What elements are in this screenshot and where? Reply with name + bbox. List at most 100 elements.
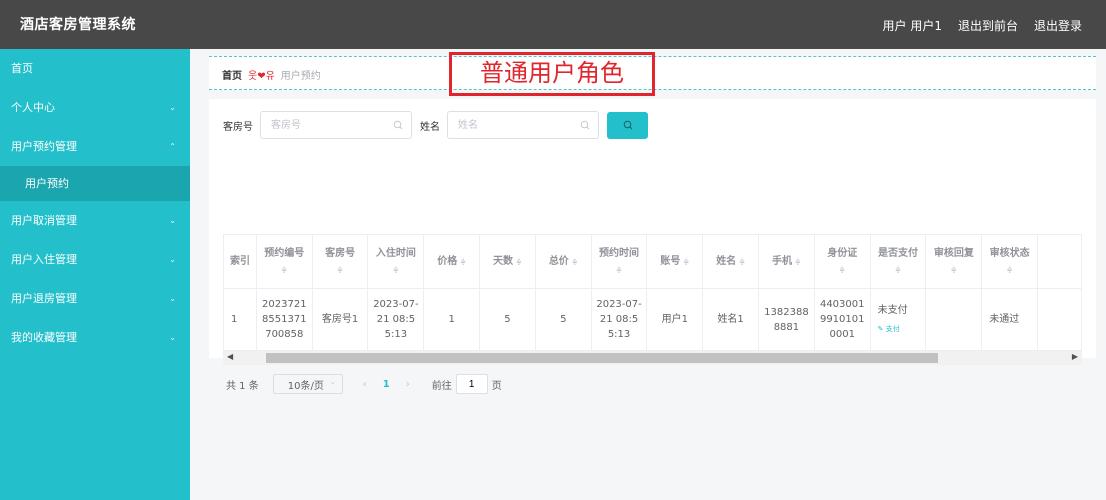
cell-phone: 13823888881 [758, 288, 815, 351]
goto-label: 前往 [431, 380, 452, 392]
sort-icon[interactable]: ≑ [815, 262, 870, 278]
name-field[interactable] [447, 111, 599, 139]
col-header-account[interactable]: 账号 ≑ [646, 234, 704, 289]
cell-actions [1037, 288, 1082, 351]
col-header-actions [1037, 234, 1082, 289]
current-user-label: 用户 用户1 [882, 19, 942, 33]
sort-icon[interactable]: ≑ [460, 258, 466, 266]
chevron-down-icon: ⌄ [329, 378, 336, 386]
sidebar-item-cancel-management[interactable]: 用户取消管理 ⌄ [0, 201, 190, 240]
chevron-down-icon: ⌄ [169, 255, 176, 264]
sort-icon[interactable]: ≑ [795, 258, 801, 266]
top-header: 酒店客房管理系统 用户 用户1 退出到前台 退出登录 [0, 0, 1106, 49]
col-header-booking-time[interactable]: 预约时间 ≑ [590, 234, 648, 289]
sidebar-item-booking-management[interactable]: 用户预约管理 ⌃ [0, 127, 190, 166]
sort-icon[interactable]: ≑ [683, 258, 689, 266]
search-button[interactable] [607, 111, 648, 139]
sidebar-item-label: 首页 [11, 62, 33, 75]
chevron-down-icon: ⌄ [169, 294, 176, 303]
sidebar-subitem-user-booking[interactable]: 用户预约 [0, 166, 190, 201]
back-to-front-link[interactable]: 退出到前台 [958, 17, 1018, 34]
sidebar-subitem-label: 用户预约 [25, 177, 69, 190]
breadcrumb: 首页 웃❤유 用户预约 [222, 67, 321, 82]
cell-review-reply [925, 288, 983, 351]
chevron-down-icon: ⌄ [169, 103, 176, 112]
col-header-room-no[interactable]: 客房号 ≑ [311, 234, 369, 289]
horizontal-scrollbar[interactable]: ◀ ▶ [223, 351, 1082, 365]
col-header-checkin-time[interactable]: 入住时间 ≑ [367, 234, 425, 289]
cell-name: 姓名1 [702, 288, 760, 351]
cell-review-status: 未通过 [981, 288, 1039, 351]
scroll-left-icon[interactable]: ◀ [227, 352, 233, 361]
col-header-days[interactable]: 天数 ≑ [479, 234, 536, 289]
sidebar-item-checkin-management[interactable]: 用户入住管理 ⌄ [0, 240, 190, 279]
pagination: 共 1 条 10条/页 ⌄ ‹ 1 › 前往 页 [226, 374, 502, 394]
cell-total: 5 [534, 288, 592, 351]
sort-icon[interactable]: ≑ [368, 262, 423, 278]
total-count: 共 1 条 [226, 380, 259, 392]
prev-page-button[interactable]: ‹ [363, 379, 367, 390]
sidebar-item-label: 用户取消管理 [11, 214, 77, 227]
name-input[interactable] [448, 112, 598, 138]
cell-paid: 未支付 ✎ 支付 [869, 288, 927, 351]
col-header-id-card[interactable]: 身份证 ≑ [813, 234, 871, 289]
room-no-field[interactable] [260, 111, 412, 139]
col-header-review-reply[interactable]: 审核回复 ≑ [925, 234, 983, 289]
chevron-down-icon: ⌄ [169, 333, 176, 342]
sort-icon[interactable]: ≑ [313, 262, 368, 278]
cell-days: 5 [479, 288, 536, 351]
sort-icon[interactable]: ≑ [257, 262, 312, 278]
sort-icon[interactable]: ≑ [926, 262, 981, 278]
scroll-right-icon[interactable]: ▶ [1072, 352, 1078, 361]
sort-icon[interactable]: ≑ [871, 262, 926, 278]
sort-icon[interactable]: ≑ [592, 262, 647, 278]
sidebar: 首页 个人中心 ⌄ 用户预约管理 ⌃ 用户预约 用户取消管理 ⌄ 用户入住管理 … [0, 49, 190, 500]
table-row: 1 20237218551371700858 客房号1 2023-07-21 0… [223, 288, 1082, 351]
cell-id-card: 440300199101010001 [813, 288, 871, 351]
cell-booking-time: 2023-07-21 08:55:13 [590, 288, 648, 351]
cell-index: 1 [223, 288, 257, 351]
paid-status: 未支付 [877, 304, 908, 316]
role-annotation-box: 普通用户角色 [449, 52, 655, 96]
search-icon [580, 120, 590, 130]
sort-icon[interactable]: ≑ [572, 258, 578, 266]
cell-room-no: 客房号1 [311, 288, 369, 351]
chevron-down-icon: ⌄ [169, 216, 176, 225]
chevron-up-icon: ⌃ [169, 142, 176, 151]
cell-price: 1 [423, 288, 481, 351]
page-size-select[interactable]: 10条/页 ⌄ [272, 374, 343, 394]
room-no-input[interactable] [261, 112, 411, 138]
sort-icon[interactable]: ≑ [982, 262, 1037, 278]
scrollbar-thumb[interactable] [266, 353, 938, 363]
booking-table-wrapper: 索引 预约编号 ≑ 客房号 ≑ 入住时间 ≑ 价格 ≑ 天数 ≑ 总价 ≑ 预约时间 ≑ 账号… [223, 234, 1082, 351]
col-header-price[interactable]: 价格 ≑ [423, 234, 481, 289]
col-header-booking-no[interactable]: 预约编号 ≑ [255, 234, 313, 289]
search-form: 客房号 姓名 [223, 111, 648, 139]
col-header-name[interactable]: 姓名 ≑ [702, 234, 760, 289]
col-header-total[interactable]: 总价 ≑ [534, 234, 592, 289]
main-content: 首页 웃❤유 用户预约 普通用户角色 客房号 姓名 [190, 49, 1106, 500]
col-header-phone[interactable]: 手机 ≑ [758, 234, 815, 289]
sort-icon[interactable]: ≑ [739, 258, 745, 266]
sidebar-item-favorites-management[interactable]: 我的收藏管理 ⌄ [0, 318, 190, 357]
sort-icon[interactable]: ≑ [516, 258, 522, 266]
pay-button[interactable]: ✎ 支付 [878, 322, 926, 337]
sidebar-item-home[interactable]: 首页 [0, 49, 190, 88]
sidebar-item-label: 我的收藏管理 [11, 331, 77, 344]
sidebar-item-personal-center[interactable]: 个人中心 ⌄ [0, 88, 190, 127]
page-suffix: 页 [491, 380, 502, 392]
sidebar-item-checkout-management[interactable]: 用户退房管理 ⌄ [0, 279, 190, 318]
cell-account: 用户1 [646, 288, 704, 351]
table-header-row: 索引 预约编号 ≑ 客房号 ≑ 入住时间 ≑ 价格 ≑ 天数 ≑ 总价 ≑ 预约时间 ≑ 账号… [223, 234, 1082, 289]
breadcrumb-home[interactable]: 首页 [222, 67, 242, 82]
next-page-button[interactable]: › [406, 379, 410, 390]
page-number-1[interactable]: 1 [383, 379, 390, 390]
role-annotation-text: 普通用户角色 [480, 59, 624, 87]
sidebar-item-label: 用户退房管理 [11, 292, 77, 305]
search-icon [393, 120, 403, 130]
logout-link[interactable]: 退出登录 [1034, 17, 1082, 34]
col-header-paid[interactable]: 是否支付 ≑ [869, 234, 927, 289]
col-header-review-status[interactable]: 审核状态 ≑ [981, 234, 1039, 289]
goto-page-input[interactable] [455, 374, 488, 394]
app-title: 酒店客房管理系统 [20, 17, 136, 33]
